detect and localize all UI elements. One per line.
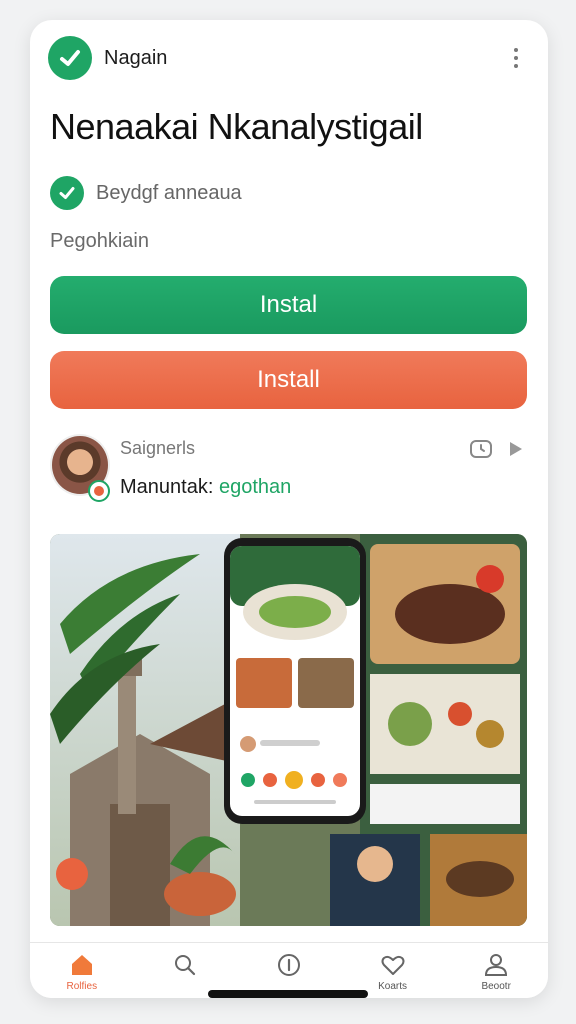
app-name: Nagain (104, 46, 168, 69)
gallery-illustration (50, 534, 527, 926)
verified-check-icon (50, 176, 84, 210)
nav-search[interactable] (145, 953, 225, 981)
developer-name: Saignerls (120, 438, 196, 458)
install-button-secondary[interactable]: Install (50, 351, 527, 409)
play-icon[interactable] (502, 436, 528, 462)
more-options-icon[interactable] (506, 44, 526, 72)
developer-row: Saignerls Manuntak: egothan (50, 434, 530, 502)
info-icon (277, 954, 300, 976)
developer-label: Manuntak: (120, 476, 214, 498)
verified-text: Beydgf anneaua (96, 181, 242, 204)
install-button-primary[interactable]: Instal (50, 276, 527, 334)
nav-home[interactable]: Rolfies (42, 953, 122, 992)
verified-row: Beydgf anneaua (50, 176, 242, 210)
heart-icon (381, 955, 405, 975)
nav-info[interactable] (249, 953, 329, 981)
app-category: Pegohkiain (50, 230, 149, 252)
preview-icon[interactable] (468, 436, 494, 462)
screenshot-gallery[interactable] (50, 534, 527, 926)
app-detail-card: Nagain Nenaakai Nkanalystigail Beydgf an… (30, 20, 548, 998)
nav-favorites-label: Koarts (378, 981, 408, 992)
app-logo-check-icon (48, 36, 92, 80)
nav-profile-label: Beootr (481, 981, 511, 992)
home-icon (71, 955, 92, 975)
profile-icon (485, 954, 508, 976)
avatar-badge-icon (88, 480, 110, 502)
nav-favorites[interactable]: Koarts (353, 953, 433, 992)
developer-avatar[interactable] (50, 434, 110, 502)
developer-link[interactable]: egothan (219, 476, 291, 498)
app-header: Nagain (48, 36, 530, 80)
nav-profile[interactable]: Beootr (456, 953, 536, 992)
search-icon (175, 955, 196, 976)
developer-line: Manuntak: egothan (120, 476, 291, 499)
nav-home-label: Rolfies (66, 981, 98, 992)
app-title: Nenaakai Nkanalystigail (50, 106, 423, 147)
home-indicator[interactable] (208, 990, 368, 998)
